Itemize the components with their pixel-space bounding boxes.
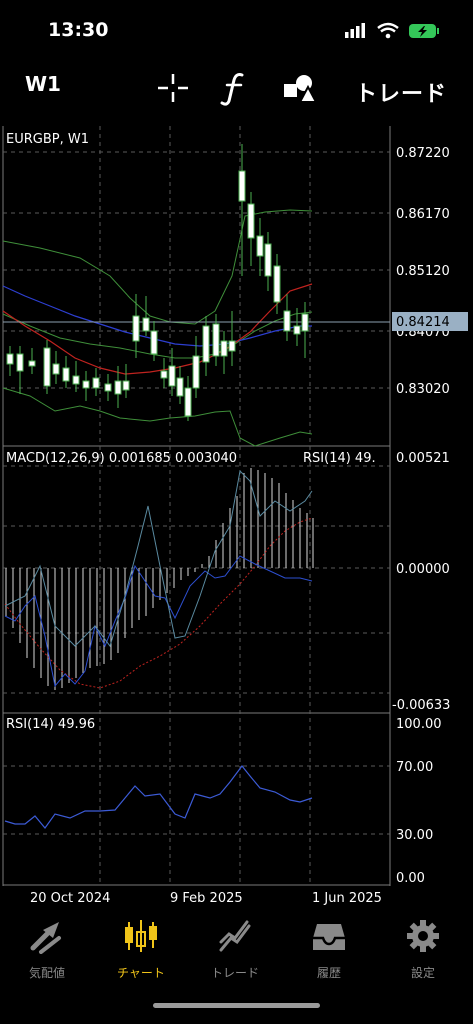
current-price-value: 0.84214 bbox=[396, 315, 450, 330]
candle-body bbox=[92, 377, 100, 389]
candle-body bbox=[256, 235, 264, 257]
candle-body bbox=[264, 243, 272, 277]
tab-label: 履歴 bbox=[316, 966, 341, 980]
tab-settings[interactable]: 設定 bbox=[378, 912, 468, 992]
price-tick: 0.86170 bbox=[396, 207, 450, 222]
candlesticks bbox=[6, 144, 309, 421]
candle-body bbox=[192, 355, 200, 389]
candle-body bbox=[142, 317, 150, 332]
tab-chart[interactable]: チャート bbox=[96, 912, 186, 992]
tab-trade[interactable]: トレード bbox=[190, 912, 280, 992]
tab-bar: 気配値 チャート トレード 履歴 設定 bbox=[0, 912, 473, 992]
time-tick: 1 Jun 2025 bbox=[312, 891, 382, 906]
status-time: 13:30 bbox=[48, 19, 109, 41]
candle-body bbox=[122, 380, 130, 391]
tab-history[interactable]: 履歴 bbox=[284, 912, 374, 992]
candle-body bbox=[293, 325, 301, 335]
rsi-label: RSI(14) 49.96 bbox=[6, 717, 95, 732]
settings-icon bbox=[407, 920, 439, 952]
tab-quotes[interactable]: 気配値 bbox=[2, 912, 92, 992]
chart-gridlines bbox=[3, 126, 390, 886]
tab-label: 設定 bbox=[410, 966, 435, 980]
function-icon bbox=[220, 73, 244, 106]
chart-icon bbox=[125, 920, 157, 952]
candle-body bbox=[52, 363, 60, 375]
trade-button[interactable]: トレード bbox=[355, 76, 447, 108]
candle-body bbox=[202, 325, 210, 363]
candle-body bbox=[283, 310, 291, 332]
crosshair-icon bbox=[158, 74, 188, 102]
tab-label: チャート bbox=[117, 966, 165, 980]
crosshair-button[interactable] bbox=[155, 70, 191, 106]
candle-body bbox=[273, 265, 281, 303]
macd-tick: 0.00521 bbox=[396, 451, 450, 466]
candle-body bbox=[238, 170, 246, 202]
price-tick: 0.83020 bbox=[396, 382, 450, 397]
candle-body bbox=[62, 367, 70, 382]
tab-label: 気配値 bbox=[28, 966, 65, 980]
candle-body bbox=[6, 353, 14, 365]
macd-histogram bbox=[5, 468, 314, 690]
candle-body bbox=[114, 380, 122, 395]
quotes-icon bbox=[30, 922, 61, 954]
chart-area[interactable]: EURGBP, W1 MACD(12,26,9) 0.001685 0.0030… bbox=[0, 126, 473, 906]
candle-body bbox=[82, 380, 90, 389]
symbol-label: EURGBP, W1 bbox=[6, 132, 89, 147]
rsi-line bbox=[4, 765, 313, 829]
shapes-icon bbox=[284, 75, 318, 103]
candle-body bbox=[160, 370, 168, 379]
candle-body bbox=[72, 375, 80, 385]
candle-body bbox=[168, 365, 176, 387]
candle-body bbox=[150, 330, 158, 355]
trade-icon bbox=[219, 920, 251, 952]
chart-frame bbox=[2, 126, 391, 886]
candle-body bbox=[104, 383, 112, 392]
candle-body bbox=[28, 360, 36, 367]
time-tick: 9 Feb 2025 bbox=[170, 891, 243, 906]
candle-body bbox=[228, 340, 236, 352]
rsi-tick: 100.00 bbox=[396, 717, 442, 732]
tab-label: トレード bbox=[210, 966, 259, 980]
candle-body bbox=[220, 340, 228, 357]
signal-wifi-battery-icons bbox=[345, 22, 439, 39]
candle-body bbox=[247, 203, 255, 239]
home-indicator bbox=[153, 1003, 320, 1008]
price-tick: 0.87220 bbox=[396, 146, 450, 161]
macd-rsi-overlay-label: RSI(14) 49. bbox=[303, 451, 376, 466]
price-tick: 0.85120 bbox=[396, 264, 450, 279]
rsi-tick: 30.00 bbox=[396, 828, 433, 843]
history-icon bbox=[313, 924, 345, 950]
rsi-tick: 70.00 bbox=[396, 760, 433, 775]
objects-button[interactable] bbox=[282, 70, 318, 106]
candle-body bbox=[132, 315, 140, 342]
macd-tick: -0.00633 bbox=[392, 698, 450, 713]
candle-body bbox=[16, 353, 24, 372]
candle-body bbox=[212, 323, 220, 357]
macd-label: MACD(12,26,9) 0.001685 0.003040 bbox=[6, 451, 237, 466]
candle-body bbox=[176, 377, 184, 397]
time-tick: 20 Oct 2024 bbox=[30, 891, 110, 906]
candle-body bbox=[43, 347, 51, 387]
status-icons bbox=[345, 22, 440, 40]
indicators-button[interactable] bbox=[218, 70, 254, 106]
timeframe-button[interactable]: W1 bbox=[25, 72, 61, 96]
candle-body bbox=[184, 387, 192, 417]
macd-tick: 0.00000 bbox=[396, 562, 450, 577]
candle-body bbox=[301, 313, 309, 332]
rsi-tick: 0.00 bbox=[396, 871, 425, 886]
macd-lines bbox=[4, 469, 313, 689]
